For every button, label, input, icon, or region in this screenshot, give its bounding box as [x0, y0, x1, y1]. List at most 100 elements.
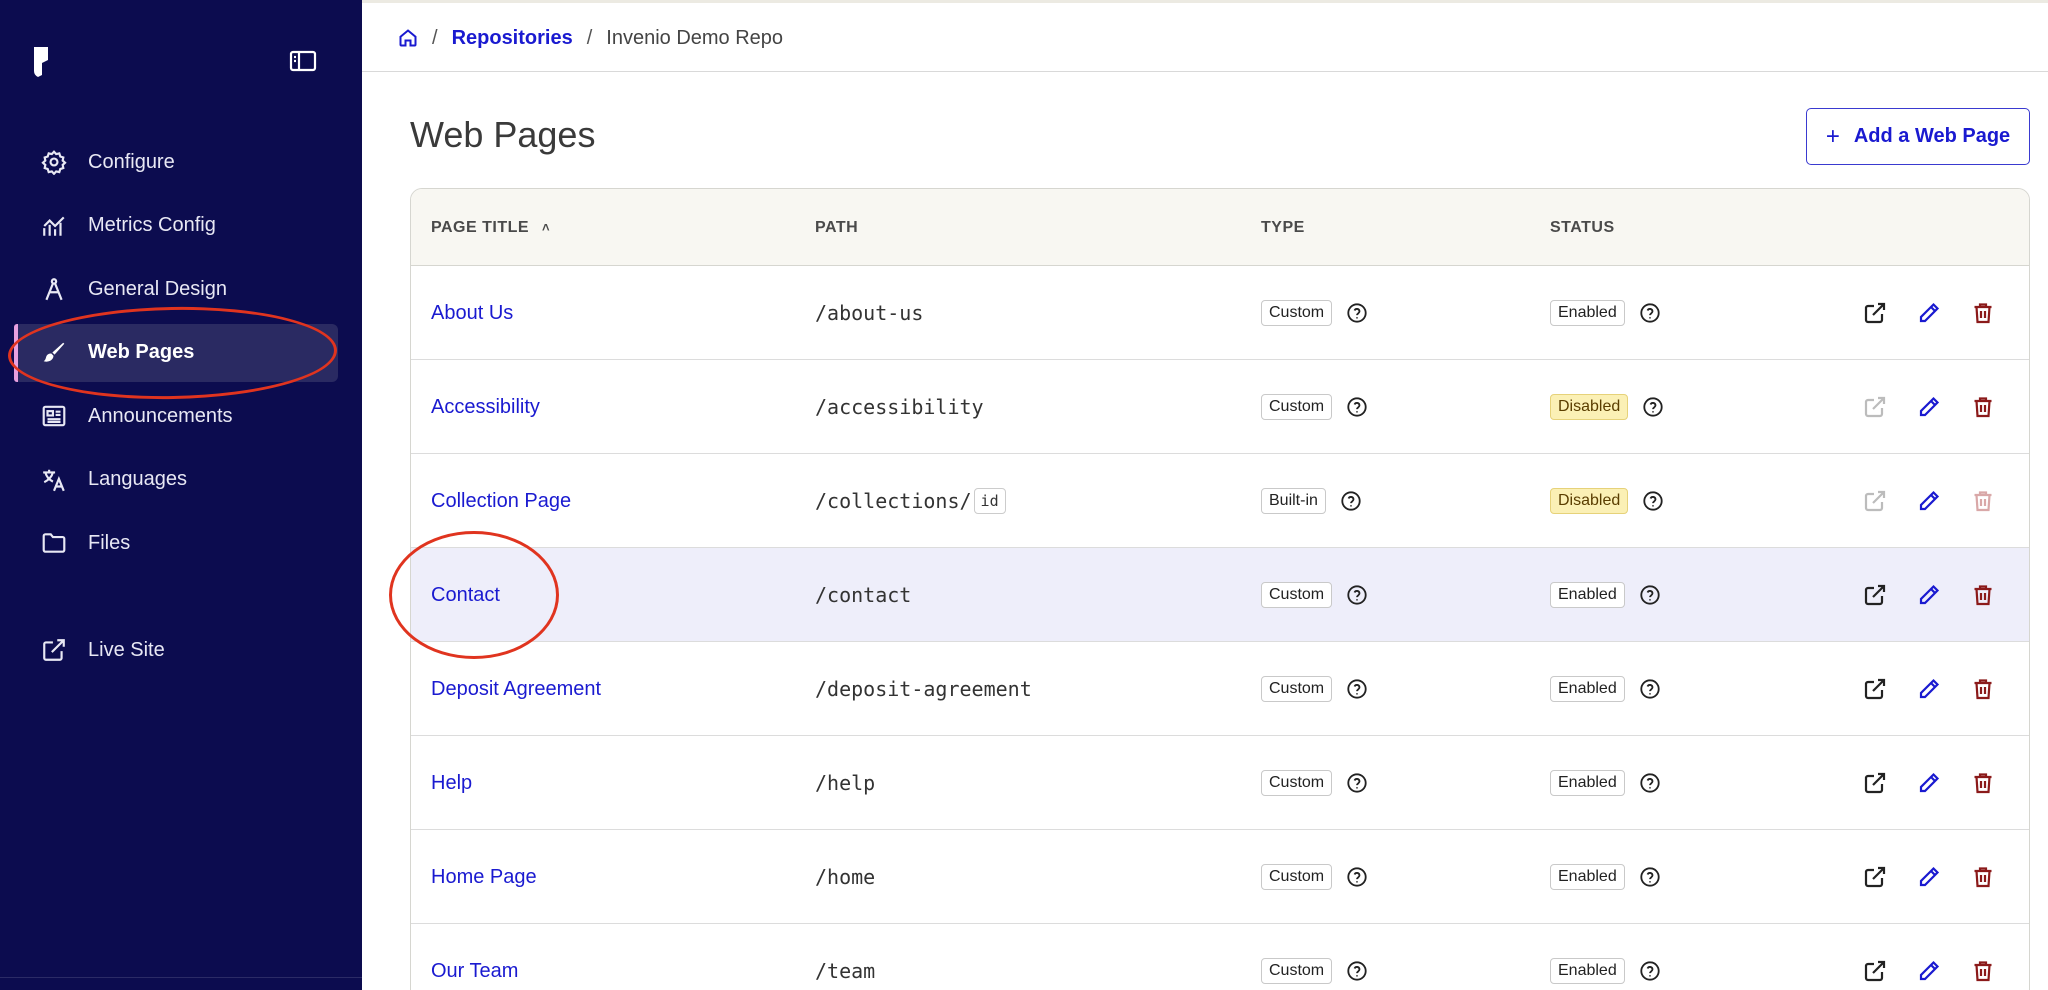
- add-web-page-button[interactable]: + Add a Web Page: [1806, 108, 2030, 165]
- type-badge: Custom: [1261, 394, 1333, 420]
- edit-pencil-icon[interactable]: [1917, 395, 1941, 419]
- brush-icon: [40, 339, 68, 367]
- view-external-link-icon[interactable]: [1863, 771, 1887, 795]
- gear-icon: [40, 148, 68, 176]
- sidebar-item-languages[interactable]: Languages: [14, 451, 338, 509]
- page-type: Custom: [1261, 924, 1368, 990]
- help-icon[interactable]: [1346, 772, 1368, 794]
- sidebar-item-metrics-config[interactable]: Metrics Config: [14, 197, 338, 255]
- view-external-link-icon[interactable]: [1863, 959, 1887, 983]
- sidebar-item-label: Languages: [88, 468, 187, 490]
- breadcrumb-separator: /: [586, 26, 593, 49]
- logo-icon[interactable]: [30, 45, 54, 79]
- page-status: Enabled: [1550, 266, 1661, 360]
- sidebar-item-live-site[interactable]: Live Site: [14, 621, 338, 679]
- help-icon[interactable]: [1642, 396, 1664, 418]
- type-badge: Custom: [1261, 864, 1333, 890]
- sidebar-nav: Configure Metrics Config General Design: [14, 133, 338, 578]
- path-param: id: [973, 488, 1006, 514]
- edit-pencil-icon[interactable]: [1917, 959, 1941, 983]
- status-badge: Enabled: [1550, 582, 1625, 608]
- help-icon[interactable]: [1639, 772, 1661, 794]
- delete-trash-icon[interactable]: [1971, 583, 1995, 607]
- sidebar-item-web-pages[interactable]: Web Pages: [14, 323, 338, 382]
- row-actions: [1863, 736, 1995, 830]
- delete-trash-icon[interactable]: [1971, 865, 1995, 889]
- page-type: Built-in: [1261, 454, 1362, 548]
- page-title-link[interactable]: Accessibility: [431, 360, 540, 454]
- sidebar-item-files[interactable]: Files: [14, 514, 338, 572]
- edit-pencil-icon[interactable]: [1917, 865, 1941, 889]
- help-icon[interactable]: [1346, 396, 1368, 418]
- help-icon[interactable]: [1346, 678, 1368, 700]
- page-type: Custom: [1261, 548, 1368, 642]
- view-external-link-icon[interactable]: [1863, 489, 1887, 513]
- help-icon[interactable]: [1642, 490, 1664, 512]
- column-header-status: STATUS: [1550, 219, 1615, 236]
- page-path: /deposit-agreement: [815, 642, 1032, 736]
- breadcrumb-repositories-link[interactable]: Repositories: [452, 27, 573, 50]
- page-title-link[interactable]: Contact: [431, 548, 500, 642]
- path-text: /deposit-agreement: [815, 677, 1032, 701]
- delete-trash-icon[interactable]: [1971, 959, 1995, 983]
- edit-pencil-icon[interactable]: [1917, 771, 1941, 795]
- sidebar-item-general-design[interactable]: General Design: [14, 260, 338, 318]
- table-row: Accessibility/accessibility Custom Disable…: [411, 360, 2029, 454]
- delete-trash-icon[interactable]: [1971, 771, 1995, 795]
- sidebar-item-label: Metrics Config: [88, 214, 216, 236]
- page-path: /collections/id: [815, 454, 1006, 548]
- view-external-link-icon[interactable]: [1863, 583, 1887, 607]
- add-web-page-label: Add a Web Page: [1853, 125, 2011, 147]
- help-icon[interactable]: [1346, 866, 1368, 888]
- help-icon[interactable]: [1639, 960, 1661, 982]
- translate-icon: [40, 466, 68, 494]
- page-title-link[interactable]: Deposit Agreement: [431, 642, 601, 736]
- help-icon[interactable]: [1346, 584, 1368, 606]
- help-icon[interactable]: [1639, 584, 1661, 606]
- sidebar-toggle-icon[interactable]: [289, 50, 317, 72]
- help-icon[interactable]: [1639, 678, 1661, 700]
- column-header-path: PATH: [815, 219, 859, 236]
- edit-pencil-icon[interactable]: [1917, 583, 1941, 607]
- sidebar-item-configure[interactable]: Configure: [14, 133, 338, 191]
- delete-trash-icon[interactable]: [1971, 677, 1995, 701]
- row-actions: [1863, 642, 1995, 736]
- sidebar-item-label: Files: [88, 531, 131, 554]
- help-icon[interactable]: [1346, 302, 1368, 324]
- sidebar-item-announcements[interactable]: Announcements: [14, 387, 338, 445]
- home-icon[interactable]: [398, 28, 418, 48]
- page-type: Custom: [1261, 642, 1368, 736]
- help-icon[interactable]: [1639, 302, 1661, 324]
- delete-trash-icon[interactable]: [1971, 489, 1995, 513]
- column-header-page-title[interactable]: PAGE TITLE ˄: [431, 219, 550, 237]
- sidebar-item-label: Live Site: [88, 638, 165, 661]
- breadcrumb-current: Invenio Demo Repo: [606, 26, 784, 49]
- help-icon[interactable]: [1639, 866, 1661, 888]
- path-text: /about-us: [815, 301, 924, 325]
- view-external-link-icon[interactable]: [1863, 395, 1887, 419]
- view-external-link-icon[interactable]: [1863, 677, 1887, 701]
- page-title-link[interactable]: Our Team: [431, 924, 518, 990]
- edit-pencil-icon[interactable]: [1917, 301, 1941, 325]
- edit-pencil-icon[interactable]: [1917, 677, 1941, 701]
- help-icon[interactable]: [1340, 490, 1362, 512]
- path-text: /team: [815, 959, 876, 983]
- view-external-link-icon[interactable]: [1863, 865, 1887, 889]
- path-text: /accessibility: [815, 395, 984, 419]
- view-external-link-icon[interactable]: [1863, 301, 1887, 325]
- page-title-link[interactable]: Collection Page: [431, 454, 571, 548]
- help-icon[interactable]: [1346, 960, 1368, 982]
- page-title-link[interactable]: Home Page: [431, 830, 537, 924]
- page-title-link[interactable]: Help: [431, 736, 472, 830]
- page-type: Custom: [1261, 266, 1368, 360]
- delete-trash-icon[interactable]: [1971, 301, 1995, 325]
- column-header-type: TYPE: [1261, 219, 1305, 236]
- page-status: Enabled: [1550, 642, 1661, 736]
- web-pages-table: PAGE TITLE ˄ PATH TYPE STATUS About Us/a…: [410, 188, 2030, 990]
- page-title: Web Pages: [410, 114, 596, 155]
- page-title-link[interactable]: About Us: [431, 266, 513, 360]
- edit-pencil-icon[interactable]: [1917, 489, 1941, 513]
- breadcrumb-separator: /: [432, 26, 438, 49]
- delete-trash-icon[interactable]: [1971, 395, 1995, 419]
- table-row: Help/help Custom Enabled: [411, 736, 2029, 830]
